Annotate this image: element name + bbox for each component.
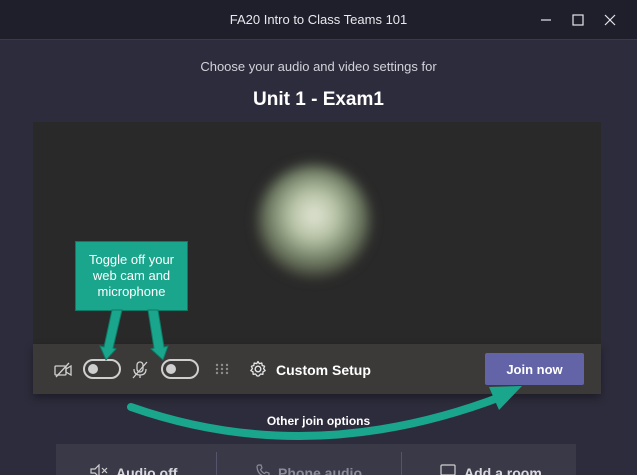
phone-icon xyxy=(256,464,270,475)
other-join-options-label: Other join options xyxy=(266,414,371,428)
audio-off-label: Audio off xyxy=(116,464,178,475)
add-room-label: Add a room xyxy=(464,464,542,475)
audio-off-option[interactable]: Audio off xyxy=(90,463,178,475)
phone-audio-option[interactable]: Phone audio xyxy=(256,464,362,475)
options-divider xyxy=(401,452,402,475)
speaker-off-icon xyxy=(90,463,108,475)
callout-arrow-right xyxy=(147,309,169,361)
room-icon xyxy=(440,464,456,475)
phone-audio-label: Phone audio xyxy=(278,464,362,475)
annotation-arrows xyxy=(99,309,522,440)
callout-arrow-left xyxy=(99,309,123,361)
add-room-option[interactable]: Add a room xyxy=(440,464,542,475)
options-divider xyxy=(216,452,217,475)
curved-arrow-head xyxy=(489,386,522,410)
